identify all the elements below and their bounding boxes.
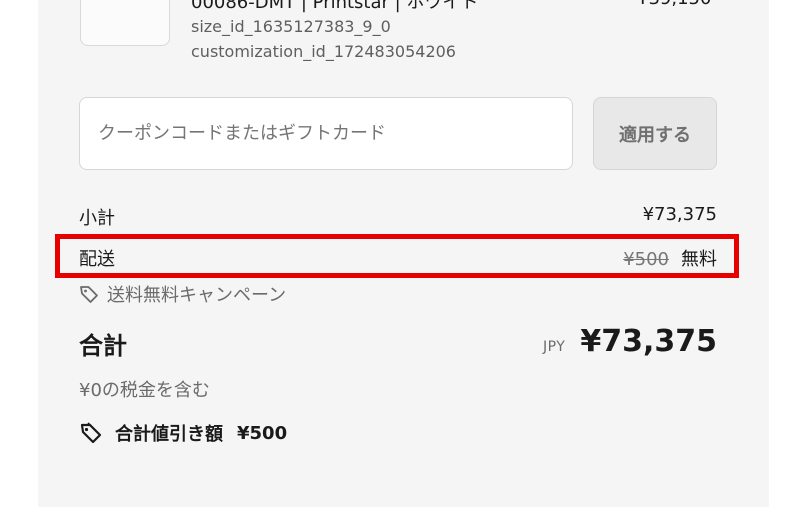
shipping-label: 配送 xyxy=(79,249,115,270)
campaign-label: 送料無料キャンペーン xyxy=(107,285,287,306)
product-size-id: size_id_1635127383_9_0 xyxy=(191,17,391,36)
discount-tag-icon xyxy=(80,422,102,444)
coupon-code-input[interactable] xyxy=(79,97,573,170)
product-title: 00086-DMT | Printstar | ホワイト xyxy=(191,0,479,13)
subtotal-label: 小計 xyxy=(79,208,115,229)
total-value: ¥73,375 xyxy=(580,324,717,359)
product-thumbnail xyxy=(80,0,170,46)
tax-note: ¥0の税金を含む xyxy=(79,380,210,401)
discount-label: 合計値引き額 xyxy=(115,424,223,445)
currency-code: JPY xyxy=(543,339,566,355)
discount-value: ¥500 xyxy=(237,422,288,444)
free-shipping-campaign: 送料無料キャンペーン xyxy=(79,281,286,307)
apply-coupon-button[interactable]: 適用する xyxy=(593,97,717,170)
shipping-original-price: ¥500 xyxy=(623,249,669,270)
total-discount: 合計値引き額 ¥500 xyxy=(79,420,287,446)
shipping-value: ¥500 無料 xyxy=(623,245,717,271)
product-price: ¥39,150 xyxy=(637,0,711,9)
product-customization-id: customization_id_172483054206 xyxy=(191,42,456,61)
total-label: 合計 xyxy=(79,332,127,360)
subtotal-value: ¥73,375 xyxy=(642,204,717,225)
tag-icon xyxy=(80,286,98,303)
shipping-free-text: 無料 xyxy=(681,249,717,270)
